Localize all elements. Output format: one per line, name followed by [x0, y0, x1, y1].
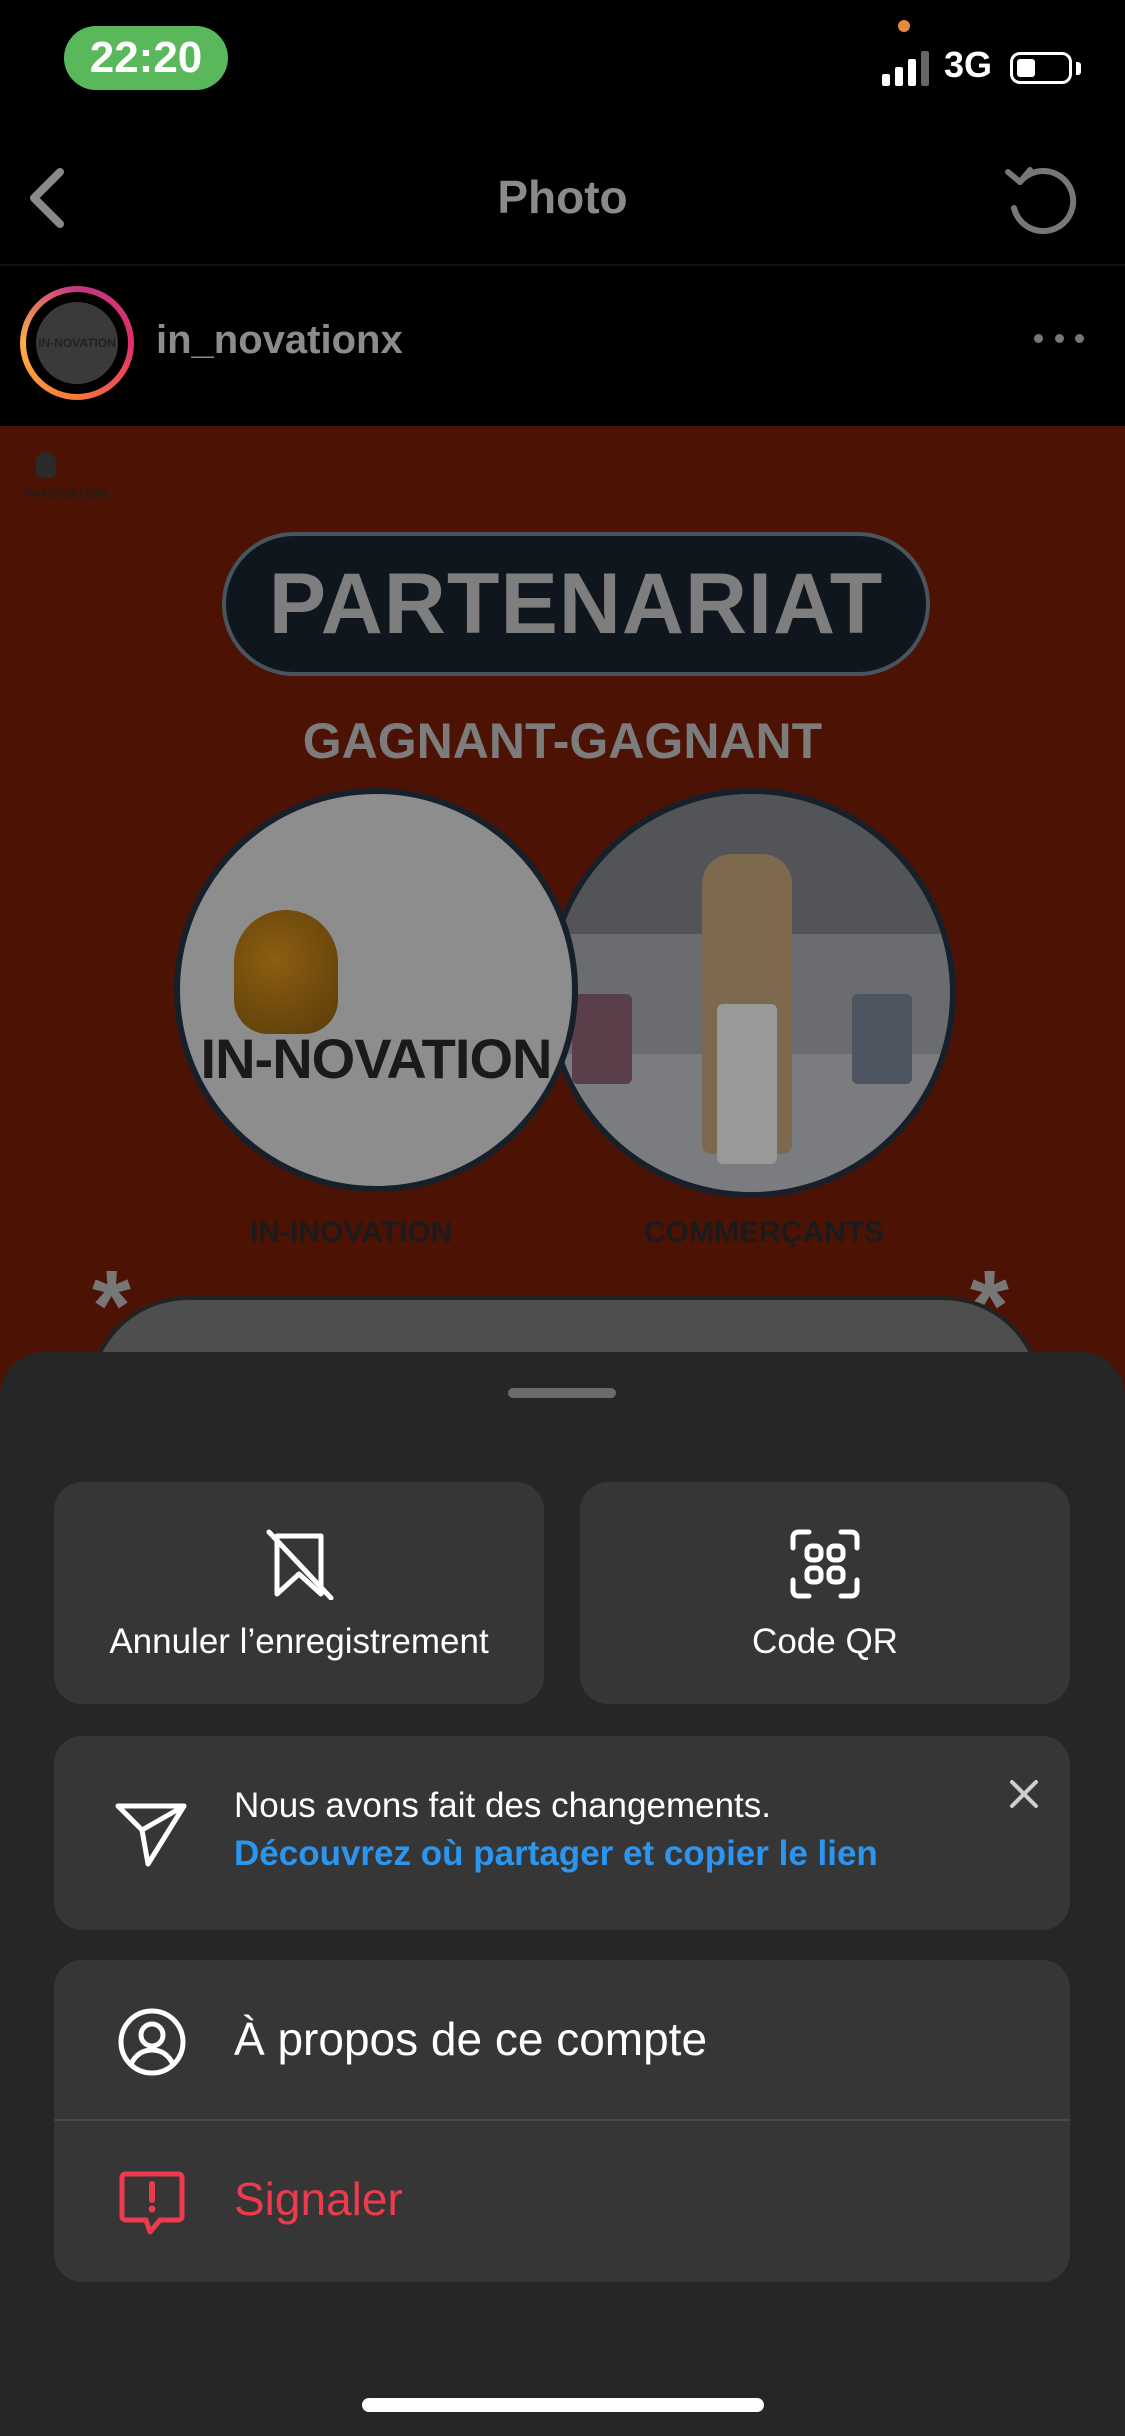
account-menu: À propos de ce compte Signaler — [54, 1960, 1070, 2282]
status-time-text: 22:20 — [89, 33, 203, 82]
avatar[interactable]: IN-NOVATION — [20, 286, 134, 400]
send-icon — [115, 1803, 187, 1867]
share-changes-notice[interactable]: Nous avons fait des changements. Découvr… — [54, 1736, 1070, 1930]
refresh-icon[interactable] — [1000, 160, 1080, 240]
report-icon — [119, 2171, 185, 2235]
store-photo-circle — [546, 788, 956, 1198]
mannequin-legs — [717, 1004, 777, 1164]
unsave-button[interactable]: Annuler l’enregistrement — [54, 1482, 544, 1704]
avatar-image: IN-NOVATION — [36, 302, 118, 384]
header-divider — [0, 264, 1125, 266]
privacy-indicator-dot — [898, 20, 910, 32]
report-label: Signaler — [234, 2173, 403, 2225]
qr-code-button[interactable]: Code QR — [580, 1482, 1070, 1704]
clothing-rack — [572, 994, 632, 1084]
subheadline: GAGNANT-GAGNANT — [302, 713, 823, 769]
page-title: Photo — [497, 171, 628, 223]
qr-code-icon — [790, 1529, 860, 1599]
clothing-rack — [852, 994, 912, 1084]
battery-cap — [1076, 62, 1081, 75]
more-horizontal-icon[interactable] — [1034, 334, 1084, 350]
username[interactable]: in_novationx — [156, 318, 403, 363]
about-account-label: À propos de ce compte — [234, 2013, 708, 2065]
right-caption: COMMERÇANTS — [644, 1216, 884, 1249]
network-type: 3G — [944, 44, 993, 85]
brand-mark: IN-NOVATION — [200, 1027, 553, 1090]
notice-link[interactable]: Découvrez où partager et copier le lien — [234, 1834, 878, 1874]
qr-code-label: Code QR — [752, 1622, 898, 1661]
gear-bulb-icon — [234, 910, 338, 1034]
notice-text: Nous avons fait des changements. — [234, 1786, 771, 1825]
report-item[interactable]: Signaler — [54, 2120, 1070, 2280]
mini-logo: IN-NOVATION — [24, 486, 109, 501]
headline-text: PARTENARIAT — [268, 555, 884, 652]
headline-badge: PARTENARIAT — [222, 532, 930, 676]
home-indicator[interactable] — [362, 2398, 764, 2412]
status-time: 22:20 — [64, 26, 228, 90]
about-account-item[interactable]: À propos de ce compte — [54, 1960, 1070, 2120]
sheet-grabber[interactable] — [508, 1388, 616, 1398]
account-icon — [118, 2008, 186, 2076]
bulb-icon — [36, 452, 56, 478]
unsave-label: Annuler l’enregistrement — [109, 1622, 489, 1661]
signal-icon — [882, 51, 929, 86]
bookmark-slash-icon — [266, 1529, 334, 1600]
close-icon[interactable] — [1006, 1776, 1042, 1812]
battery-icon — [1010, 52, 1072, 84]
brand-logo-circle: IN-NOVATION — [174, 788, 578, 1192]
post-image: IN-NOVATION PARTENARIAT GAGNANT-GAGNANT … — [0, 426, 1125, 1426]
left-caption: IN-INOVATION — [250, 1216, 453, 1249]
